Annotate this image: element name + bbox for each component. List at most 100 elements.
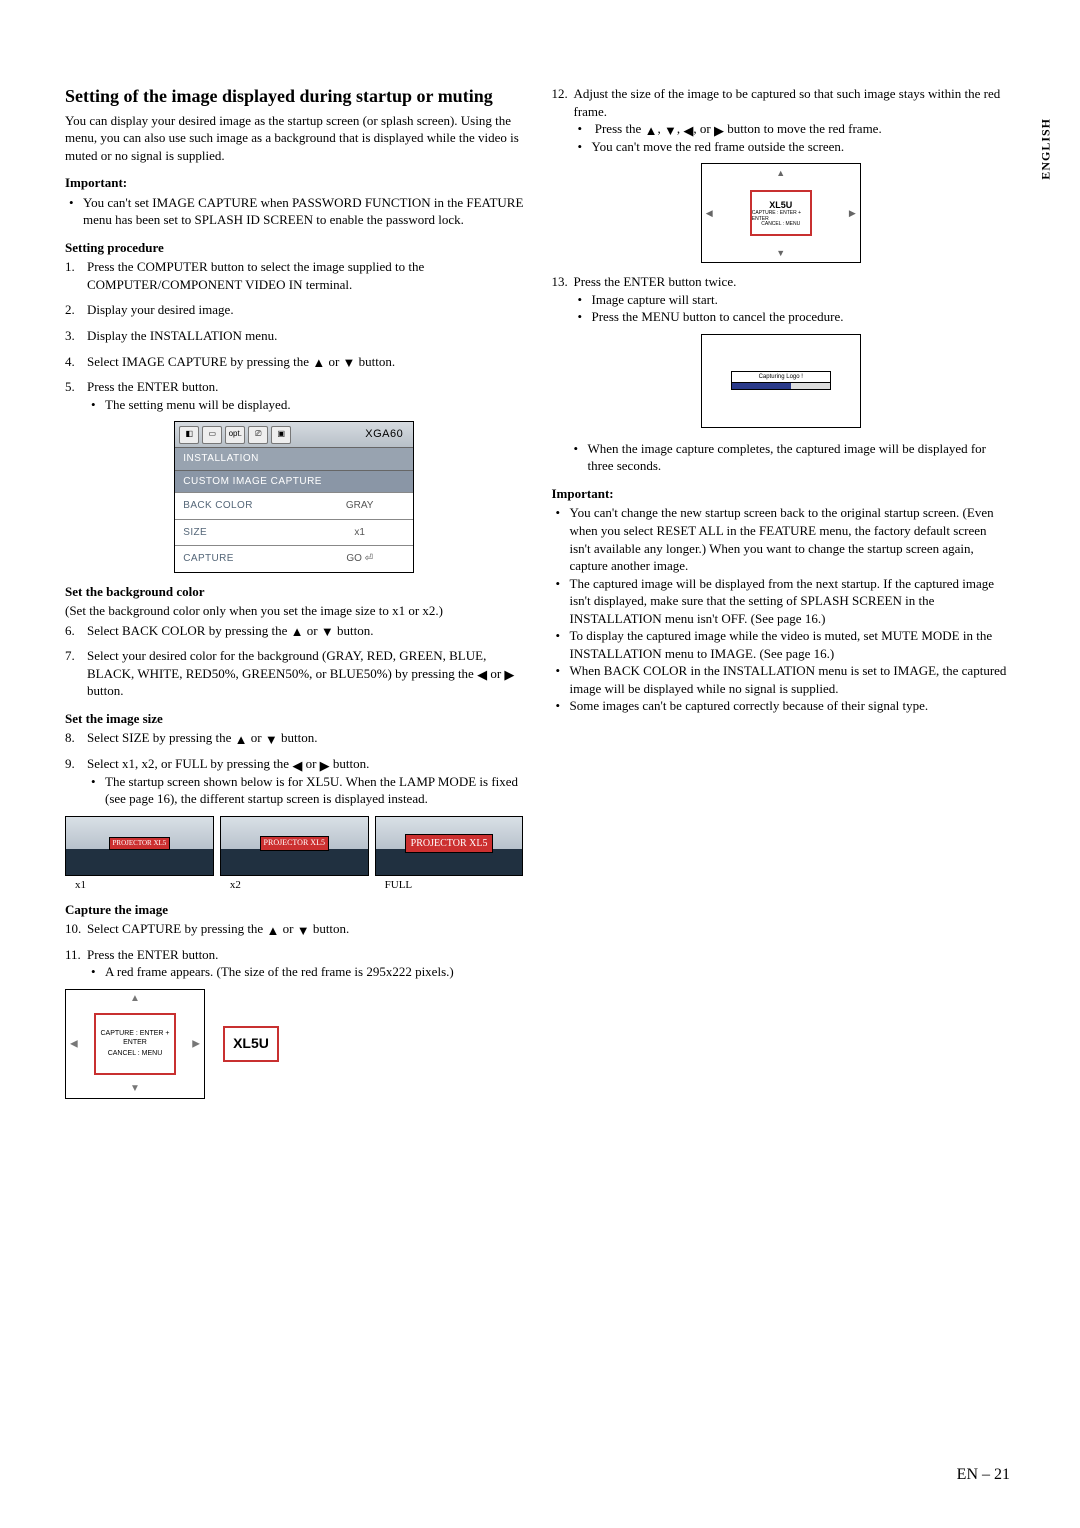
menu-subsection: CUSTOM IMAGE CAPTURE (175, 470, 413, 493)
right-icon (320, 759, 330, 772)
step-13-after-list: When the image capture completes, the ca… (552, 440, 1011, 475)
step-9-mid: or (302, 756, 319, 771)
frame-caption: CAPTURE : ENTER + ENTER (96, 1029, 174, 1048)
size-thumbnails: PROJECTOR XL5 PROJECTOR XL5 PROJECTOR XL… (65, 816, 524, 876)
right-steps-2: 13.Press the ENTER button twice. Image c… (552, 273, 1011, 326)
thumb-labels: x1 x2 FULL (65, 878, 524, 893)
step-12-b1: Press the , , , or button to move the re… (592, 120, 1011, 138)
menu-icon: ▭ (202, 426, 222, 444)
imp-item: The captured image will be displayed fro… (570, 575, 1011, 628)
step-7-post: button. (87, 683, 123, 698)
step-7-mid: or (487, 666, 504, 681)
menu-val: GO ⏎ (306, 546, 413, 572)
down-icon (265, 733, 278, 746)
step-8-post: button. (278, 730, 318, 745)
step-11-sub: A red frame appears. (The size of the re… (105, 963, 524, 981)
capturing-label: Capturing Logo ! (732, 372, 830, 383)
capture-frame-figure: ▲ ▼ ◀ ▶ CAPTURE : ENTER + ENTER CANCEL :… (65, 989, 524, 1099)
step-9-sub: The startup screen shown below is for XL… (105, 773, 524, 808)
step-10-pre: Select CAPTURE by pressing the (87, 921, 266, 936)
imp-item: You can't change the new startup screen … (570, 504, 1011, 574)
page-body: Setting of the image displayed during st… (65, 85, 1010, 1099)
thumb-label: x1 (65, 878, 214, 893)
menu-section: INSTALLATION (175, 448, 413, 470)
right-icon: ▶ (849, 207, 856, 219)
menu-mode: XGA60 (365, 427, 413, 442)
thumb-x2: PROJECTOR XL5 (220, 816, 369, 876)
down-icon: ▼ (776, 247, 785, 259)
step-10-mid: or (279, 921, 296, 936)
step-1: Press the COMPUTER button to select the … (87, 259, 424, 292)
step-8-pre: Select SIZE by pressing the (87, 730, 235, 745)
thumb-x1: PROJECTOR XL5 (65, 816, 214, 876)
step-9-post: button. (330, 756, 370, 771)
important-list-right: You can't change the new startup screen … (552, 504, 1011, 715)
imp-item: When BACK COLOR in the INSTALLATION menu… (570, 662, 1011, 697)
menu-key: CAPTURE (175, 546, 306, 572)
step-13-after: When the image capture completes, the ca… (588, 440, 1011, 475)
right-column: 12.Adjust the size of the image to be ca… (552, 85, 1011, 1099)
size-steps: 8. Select SIZE by pressing the or button… (65, 729, 524, 807)
step-8-mid: or (248, 730, 265, 745)
step-5: Press the ENTER button. (87, 379, 218, 394)
bg-steps: 6. Select BACK COLOR by pressing the or … (65, 622, 524, 700)
logo-badge: PROJECTOR XL5 (260, 836, 329, 851)
step-13-b1: Image capture will start. (592, 291, 1011, 309)
step-13: Press the ENTER button twice. (574, 274, 737, 289)
step-5-sub: The setting menu will be displayed. (105, 396, 524, 414)
procedure-heading: Setting procedure (65, 239, 524, 257)
left-column: Setting of the image displayed during st… (65, 85, 524, 1099)
capture-frame-screen: ▲ ▼ ◀ ▶ CAPTURE : ENTER + ENTER CANCEL :… (65, 989, 205, 1099)
left-icon (477, 668, 487, 681)
left-icon (292, 759, 302, 772)
logo-badge: PROJECTOR XL5 (405, 834, 494, 854)
down-icon (297, 924, 310, 937)
text: Press the (595, 121, 645, 136)
thumb-label: x2 (220, 878, 369, 893)
important-list: You can't set IMAGE CAPTURE when PASSWOR… (65, 194, 524, 229)
right-steps: 12.Adjust the size of the image to be ca… (552, 85, 1011, 155)
imp-item: To display the captured image while the … (570, 627, 1011, 662)
bg-heading: Set the background color (65, 583, 524, 601)
menu-val: x1 (306, 520, 413, 546)
step-6-post: button. (334, 623, 374, 638)
menu-icon: ◧ (179, 426, 199, 444)
up-icon: ▲ (776, 167, 785, 179)
procedure-steps: 1.Press the COMPUTER button to select th… (65, 258, 524, 413)
frame-caption: CANCEL : MENU (108, 1049, 163, 1058)
down-icon (321, 625, 334, 638)
step-3: Display the INSTALLATION menu. (87, 328, 277, 343)
menu-key: BACK COLOR (175, 493, 306, 519)
up-icon (235, 733, 248, 746)
text: button to move the red frame. (724, 121, 882, 136)
step-4-mid: or (325, 354, 342, 369)
menu-opt-icon: opt. (225, 426, 245, 444)
step-11: Press the ENTER button. (87, 947, 218, 962)
step-4-pre: Select IMAGE CAPTURE by pressing the (87, 354, 312, 369)
frame-caption: CANCEL : MENU (761, 222, 800, 228)
step-12-b2: You can't move the red frame outside the… (592, 138, 1011, 156)
text: , (693, 121, 700, 136)
menu-icon: ▣ (271, 426, 291, 444)
down-icon (343, 356, 356, 369)
thumb-full: PROJECTOR XL5 (375, 816, 524, 876)
menu-val: GRAY (306, 493, 413, 519)
left-icon (683, 124, 693, 137)
step-7-pre: Select your desired color for the backgr… (87, 648, 486, 681)
logo-badge: PROJECTOR XL5 (109, 837, 171, 850)
bg-note: (Set the background color only when you … (65, 602, 524, 620)
step-6-pre: Select BACK COLOR by pressing the (87, 623, 291, 638)
capturing-figure: Capturing Logo ! (701, 334, 861, 428)
step-13-b2: Press the MENU button to cancel the proc… (592, 308, 1011, 326)
menu-icon: ⎚ (248, 426, 268, 444)
intro-text: You can display your desired image as th… (65, 112, 524, 165)
step-6-mid: or (304, 623, 321, 638)
up-icon (645, 124, 658, 137)
important-item: You can't set IMAGE CAPTURE when PASSWOR… (83, 194, 524, 229)
capture-steps: 10. Select CAPTURE by pressing the or bu… (65, 920, 524, 981)
progress-bar (732, 383, 830, 389)
important-heading-right: Important: (552, 485, 1011, 503)
left-icon: ◀ (706, 207, 713, 219)
step-10-post: button. (310, 921, 350, 936)
right-icon: ▶ (192, 1037, 200, 1051)
